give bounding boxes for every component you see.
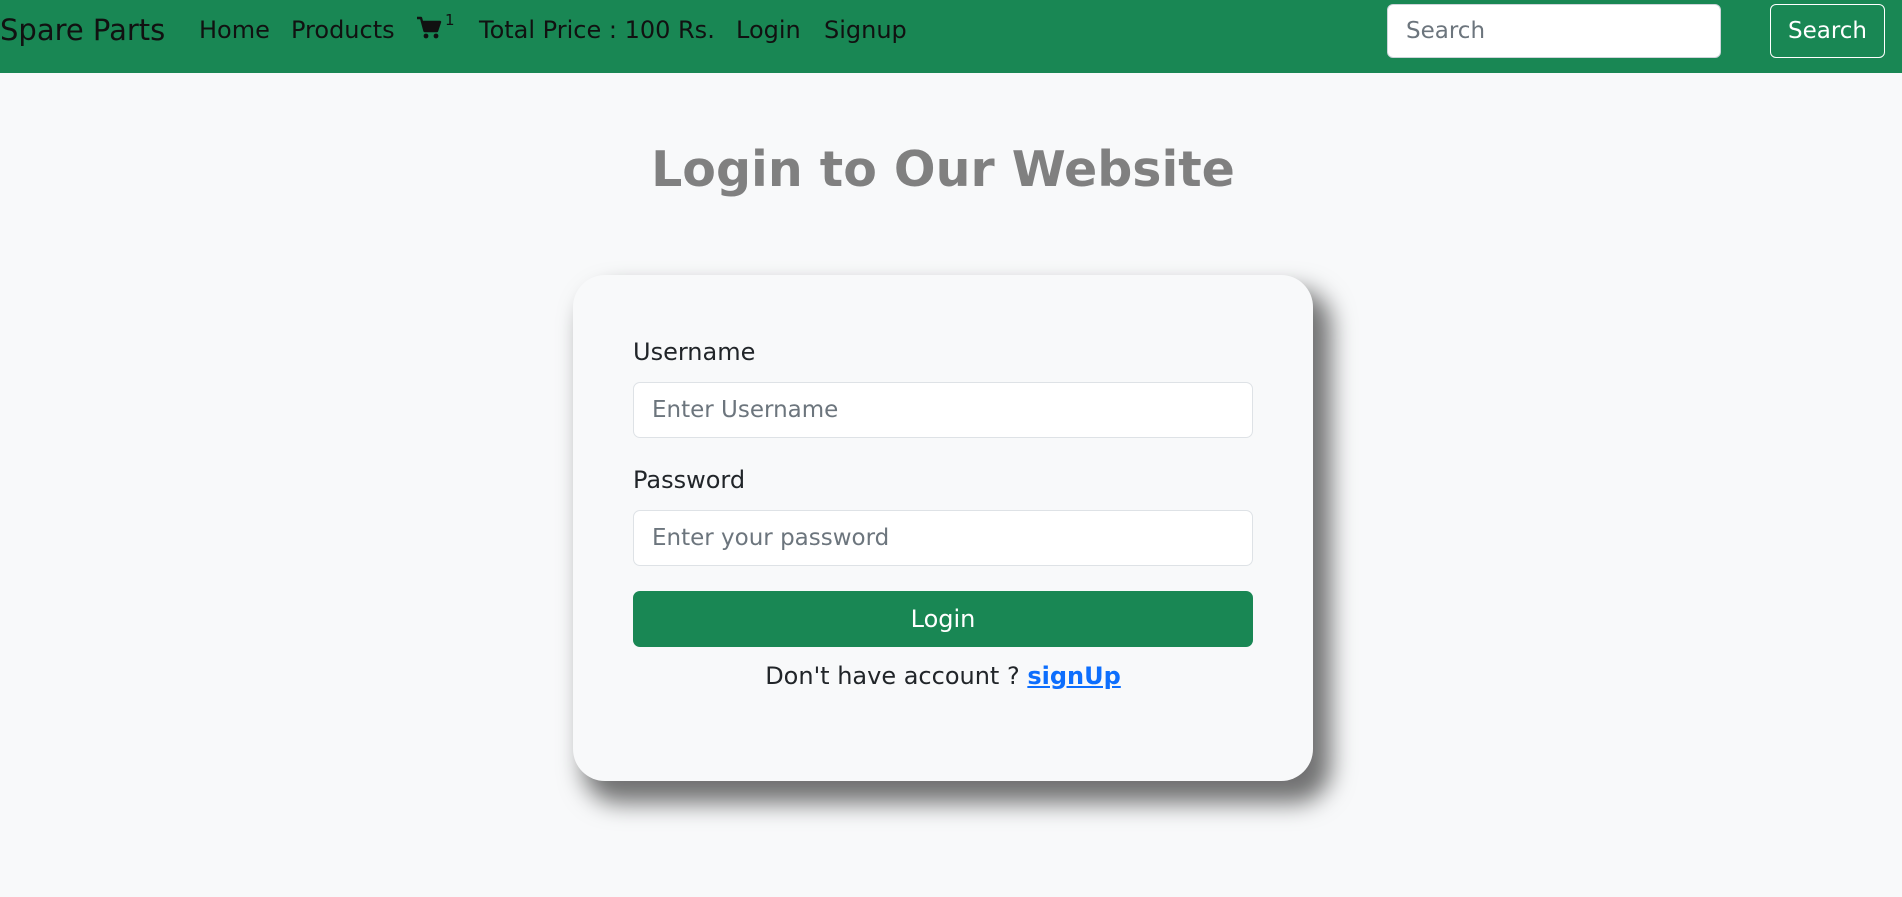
login-card: Username Password Login Don't have accou… — [573, 275, 1313, 781]
signup-link[interactable]: signUp — [1027, 662, 1120, 690]
signup-prompt-text: Don't have account ? — [765, 662, 1020, 690]
cart-button[interactable]: 1 — [416, 11, 456, 46]
page-title: Login to Our Website — [651, 141, 1235, 198]
username-label: Username — [633, 338, 756, 366]
cart-count-badge: 1 — [445, 11, 455, 29]
nav-link-signup[interactable]: Signup — [824, 15, 907, 45]
search-input[interactable] — [1387, 4, 1721, 58]
signup-prompt-line: Don't have account ? signUp — [573, 661, 1313, 691]
password-label: Password — [633, 466, 746, 494]
password-field[interactable] — [633, 510, 1253, 566]
brand-logo[interactable]: Spare Parts — [0, 12, 165, 48]
cart-icon — [417, 16, 442, 39]
nav-link-home[interactable]: Home — [199, 15, 270, 45]
navbar: Spare Parts Home Products 1 Total Price … — [0, 0, 1902, 73]
username-field[interactable] — [633, 382, 1253, 438]
total-price: Total Price : 100 Rs. — [479, 16, 715, 44]
nav-link-products[interactable]: Products — [291, 15, 395, 45]
login-button[interactable]: Login — [633, 591, 1253, 647]
search-button[interactable]: Search — [1770, 4, 1885, 58]
nav-link-login[interactable]: Login — [736, 15, 801, 45]
